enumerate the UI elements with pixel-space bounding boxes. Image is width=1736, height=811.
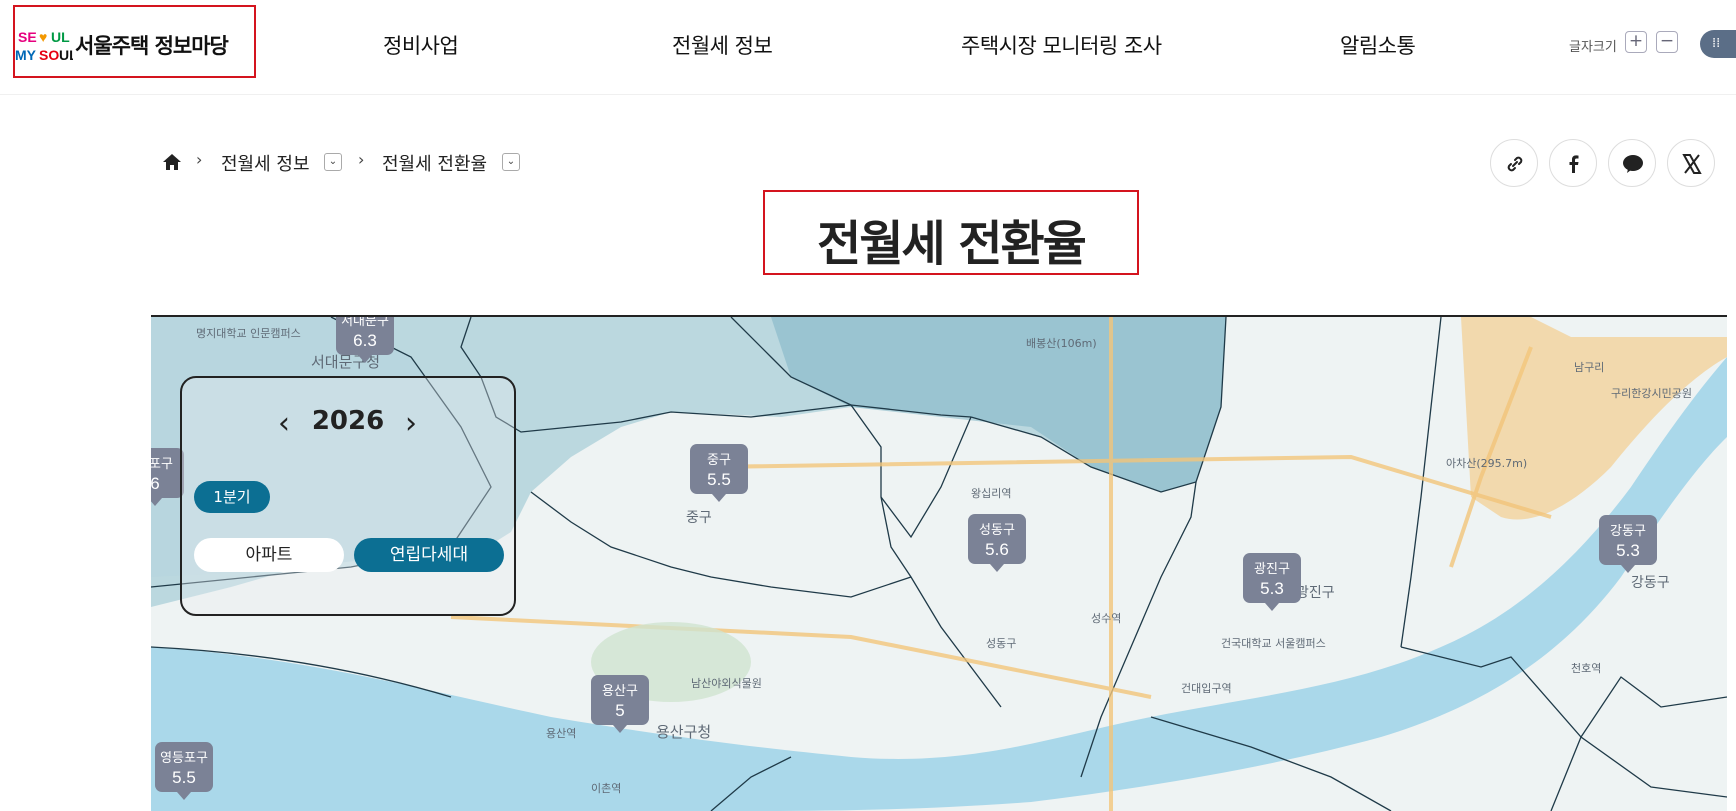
district-marker[interactable]: 광진구 5.3 bbox=[1243, 553, 1301, 611]
kakaotalk-share-button[interactable] bbox=[1608, 139, 1656, 187]
facebook-icon bbox=[1569, 155, 1579, 173]
svg-text:구리한강시민공원: 구리한강시민공원 bbox=[1611, 387, 1692, 400]
breadcrumb-separator: › bbox=[358, 150, 365, 169]
nav-maintenance[interactable]: 정비사업 bbox=[383, 30, 459, 60]
district-name: 강동구 bbox=[1610, 523, 1646, 538]
svg-text:건대입구역: 건대입구역 bbox=[1181, 682, 1232, 695]
district-marker[interactable]: 서대문구 6.3 bbox=[336, 315, 394, 363]
svg-text:이촌역: 이촌역 bbox=[591, 782, 621, 795]
svg-text:광진구: 광진구 bbox=[1296, 585, 1335, 601]
district-value: 5.5 bbox=[172, 768, 196, 787]
next-year-button[interactable]: › bbox=[405, 406, 417, 441]
svg-text:♥: ♥ bbox=[39, 29, 47, 45]
svg-text:중구: 중구 bbox=[686, 510, 712, 526]
svg-text:천호역: 천호역 bbox=[1571, 661, 1601, 675]
district-name: 중구 bbox=[707, 452, 731, 467]
svg-text:SE: SE bbox=[18, 29, 37, 45]
district-value: 6.3 bbox=[353, 331, 377, 350]
x-icon bbox=[1682, 154, 1702, 174]
svg-text:성동구: 성동구 bbox=[986, 637, 1016, 650]
all-menu-button[interactable]: ⁞⁞ bbox=[1700, 30, 1736, 58]
svg-text:SO: SO bbox=[39, 47, 59, 63]
site-header: SE ♥ UL MY SO UL 서울주택 정보마당 정비사업 전월세 정보 주… bbox=[0, 0, 1736, 95]
breadcrumb-conversion-rate[interactable]: 전월세 전환율 bbox=[382, 150, 487, 176]
svg-text:명지대학교 인문캠퍼스: 명지대학교 인문캠퍼스 bbox=[196, 327, 301, 340]
district-marker[interactable]: 강동구 5.3 bbox=[1599, 515, 1657, 573]
svg-text:용산역: 용산역 bbox=[546, 727, 576, 740]
district-name: 광진구 bbox=[1254, 561, 1290, 576]
font-size-label: 글자크기 bbox=[1569, 40, 1617, 55]
district-name: 서대문구 bbox=[341, 315, 389, 328]
multi-unit-tab[interactable]: 연립다세대 bbox=[354, 538, 504, 572]
svg-text:배봉산(106m): 배봉산(106m) bbox=[1026, 337, 1097, 350]
home-icon[interactable] bbox=[162, 153, 182, 171]
nav-rent-info[interactable]: 전월세 정보 bbox=[672, 30, 773, 60]
font-decrease-button[interactable]: − bbox=[1656, 31, 1678, 53]
nav-market-monitoring[interactable]: 주택시장 모니터링 조사 bbox=[961, 30, 1162, 60]
breadcrumb-rent-info[interactable]: 전월세 정보 bbox=[221, 150, 310, 176]
district-value: 5.6 bbox=[985, 540, 1009, 559]
svg-text:UL: UL bbox=[59, 47, 73, 63]
logo-highlight-box[interactable]: SE ♥ UL MY SO UL 서울주택 정보마당 bbox=[13, 5, 256, 78]
svg-text:건국대학교 서울캠퍼스: 건국대학교 서울캠퍼스 bbox=[1221, 637, 1326, 650]
site-name: 서울주택 정보마당 bbox=[75, 34, 229, 58]
period-filter-panel: ‹ 2026 › 1분기 아파트 연립다세대 bbox=[180, 376, 516, 616]
district-value: 5.3 bbox=[1260, 579, 1284, 598]
district-value: 5.3 bbox=[1616, 541, 1640, 560]
breadcrumb-separator: › bbox=[196, 150, 203, 169]
svg-text:UL: UL bbox=[51, 29, 70, 45]
link-icon bbox=[1507, 156, 1523, 172]
font-increase-button[interactable]: + bbox=[1625, 31, 1647, 53]
page-title-highlight-box: 전월세 전환율 bbox=[763, 190, 1139, 275]
svg-text:남구리: 남구리 bbox=[1574, 361, 1604, 374]
district-marker[interactable]: 영등포구 5.5 bbox=[155, 742, 213, 800]
facebook-share-button[interactable] bbox=[1549, 139, 1597, 187]
district-name: 영등포구 bbox=[160, 750, 208, 765]
svg-text:왕십리역: 왕십리역 bbox=[971, 487, 1011, 500]
breadcrumb-dropdown-1[interactable]: ⌄ bbox=[324, 153, 342, 171]
page-title: 전월세 전환율 bbox=[817, 216, 1087, 272]
svg-text:남산야외식물원: 남산야외식물원 bbox=[691, 677, 762, 690]
svg-text:MY: MY bbox=[15, 47, 37, 63]
district-value: 5.5 bbox=[707, 470, 731, 489]
district-marker[interactable]: 용산구 5 bbox=[591, 675, 649, 733]
breadcrumb-dropdown-2[interactable]: ⌄ bbox=[502, 153, 520, 171]
nav-notice[interactable]: 알림소통 bbox=[1340, 30, 1416, 60]
seoul-my-soul-logo-icon: SE ♥ UL MY SO UL bbox=[15, 29, 73, 63]
apartment-tab[interactable]: 아파트 bbox=[194, 538, 344, 572]
svg-text:용산구청: 용산구청 bbox=[656, 723, 711, 741]
district-name: 성동구 bbox=[979, 522, 1015, 537]
district-marker[interactable]: 성동구 5.6 bbox=[968, 514, 1026, 572]
district-marker[interactable]: 중구 5.5 bbox=[690, 444, 748, 502]
district-value: 5 bbox=[615, 701, 625, 720]
copy-link-button[interactable] bbox=[1490, 139, 1538, 187]
year-display: 2026 bbox=[311, 406, 385, 436]
grid-icon: ⁞⁞ bbox=[1712, 36, 1721, 51]
kakaotalk-icon bbox=[1623, 155, 1643, 173]
svg-text:아차산(295.7m): 아차산(295.7m) bbox=[1446, 457, 1527, 470]
svg-text:강동구: 강동구 bbox=[1631, 575, 1670, 591]
svg-text:성수역: 성수역 bbox=[1091, 612, 1121, 625]
x-share-button[interactable] bbox=[1667, 139, 1715, 187]
district-name: 용산구 bbox=[602, 683, 638, 698]
quarter-button[interactable]: 1분기 bbox=[194, 481, 270, 513]
